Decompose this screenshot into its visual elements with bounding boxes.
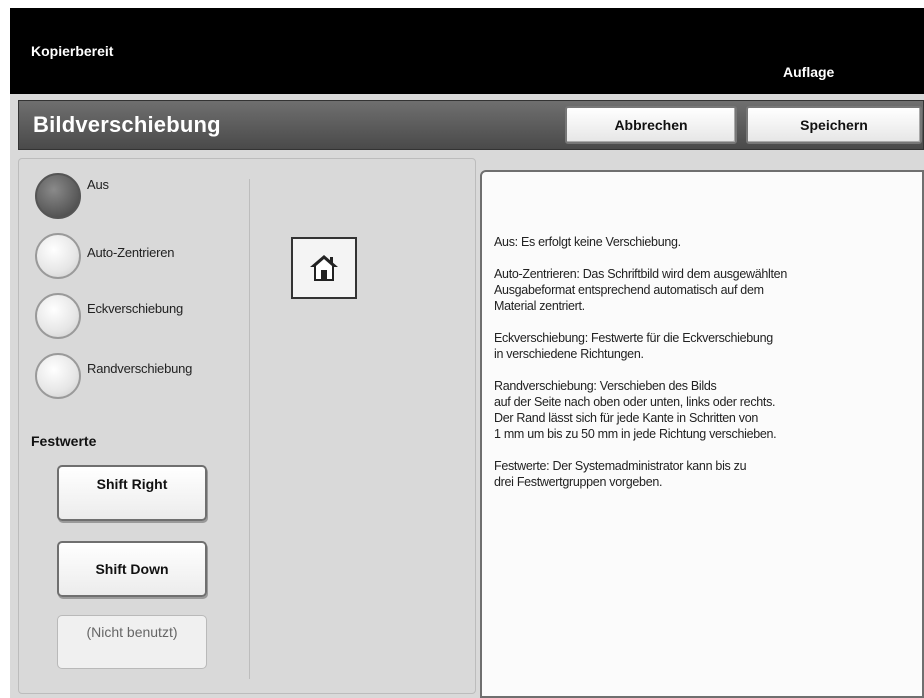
save-button[interactable]: Speichern: [746, 106, 922, 144]
info-paragraph-eckverschiebung: Eckverschiebung: Festwerte für die Eckve…: [494, 331, 773, 361]
option-label: Aus: [87, 177, 109, 192]
option-label: Eckverschiebung: [87, 301, 183, 316]
page-title: Bildverschiebung: [33, 112, 221, 137]
home-position-button[interactable]: [291, 237, 357, 299]
info-text: Aus: Es erfolgt keine Verschiebung. Auto…: [494, 234, 904, 506]
info-paragraph-aus: Aus: Es erfolgt keine Verschiebung.: [494, 235, 681, 249]
status-bar: Kopierbereit Auflage: [10, 8, 924, 94]
title-bar: Bildverschiebung Abbrechen Speichern: [18, 100, 924, 150]
option-eckverschiebung[interactable]: Eckverschiebung: [35, 293, 235, 339]
preset-shift-right-button[interactable]: Shift Right: [57, 465, 207, 521]
preset-button-label: (Nicht benutzt): [86, 624, 178, 640]
quantity-label: Auflage: [783, 64, 835, 80]
info-panel: Aus: Es erfolgt keine Verschiebung. Auto…: [480, 170, 924, 698]
option-randverschiebung[interactable]: Randverschiebung: [35, 353, 235, 399]
option-aus[interactable]: Aus: [35, 173, 235, 219]
main-area: Bildverschiebung Abbrechen Speichern Aus…: [10, 94, 924, 698]
info-paragraph-auto-zentrieren: Auto-Zentrieren: Das Schriftbild wird de…: [494, 267, 787, 313]
preset-unused-button[interactable]: (Nicht benutzt): [57, 615, 207, 669]
info-paragraph-randverschiebung: Randverschiebung: Verschieben des Bilds …: [494, 379, 777, 441]
option-auto-zentrieren[interactable]: Auto-Zentrieren: [35, 233, 235, 279]
machine-status-text: Kopierbereit: [31, 43, 114, 59]
radio-button-selected[interactable]: [35, 173, 81, 219]
radio-button[interactable]: [35, 293, 81, 339]
radio-button[interactable]: [35, 353, 81, 399]
presets-label: Festwerte: [31, 433, 97, 449]
preset-shift-down-button[interactable]: Shift Down: [57, 541, 207, 597]
option-label: Randverschiebung: [87, 361, 193, 376]
column-divider: [249, 179, 250, 679]
cancel-button[interactable]: Abbrechen: [565, 106, 737, 144]
preset-button-label: Shift Down: [95, 561, 169, 577]
options-panel: Aus Auto-Zentrieren Eckverschiebung Rand…: [18, 158, 476, 694]
preset-button-label: Shift Right: [96, 476, 168, 492]
radio-button[interactable]: [35, 233, 81, 279]
option-label: Auto-Zentrieren: [87, 245, 175, 260]
home-icon: [310, 255, 338, 281]
copier-screen: Kopierbereit Auflage Bildverschiebung Ab…: [10, 8, 924, 698]
info-paragraph-festwerte: Festwerte: Der Systemadministrator kann …: [494, 459, 747, 489]
